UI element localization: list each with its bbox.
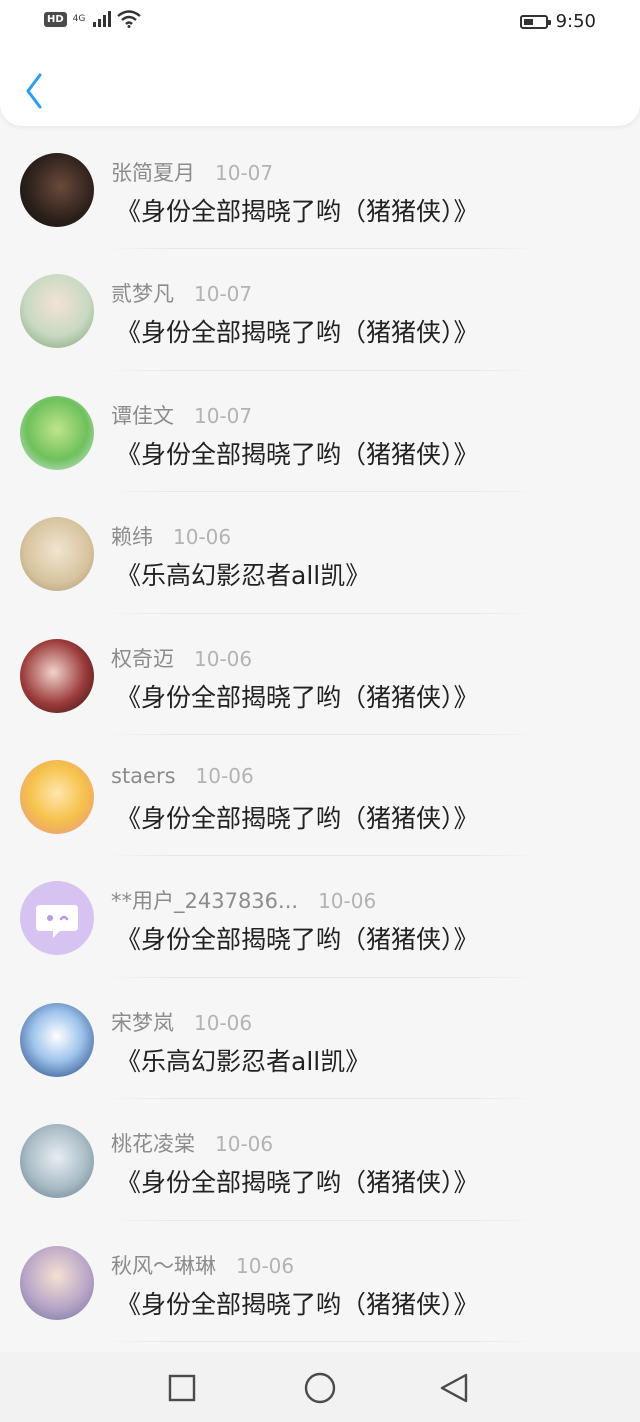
wifi-icon	[116, 10, 141, 28]
username[interactable]: staers	[111, 764, 176, 788]
anime-avatar[interactable]	[20, 1245, 94, 1320]
default-chat-avatar[interactable]	[20, 881, 94, 956]
username[interactable]: 贰梦凡	[111, 278, 174, 308]
anime-avatar[interactable]	[20, 1124, 94, 1199]
username[interactable]: 权奇迈	[111, 643, 174, 673]
work-title[interactable]: 《身份全部揭晓了哟（猪猪侠）》	[116, 678, 479, 714]
post-date: 10-06	[318, 889, 377, 914]
photo-avatar[interactable]	[20, 638, 94, 713]
username[interactable]: 秋风～琳琳	[111, 1250, 216, 1280]
comment-meta: 权奇迈 10-06	[111, 643, 252, 673]
list-item[interactable]: 贰梦凡 10-07 《身份全部揭晓了哟（猪猪侠）》	[0, 249, 640, 371]
list-item[interactable]: **用户_2437836... 10-06 《身份全部揭晓了哟（猪猪侠）》	[0, 856, 640, 978]
row-divider	[104, 1340, 540, 1342]
comment-meta: 张简夏月 10-07	[111, 157, 273, 187]
work-title[interactable]: 《身份全部揭晓了哟（猪猪侠）》	[116, 1285, 479, 1321]
battery-icon	[519, 14, 551, 29]
post-date: 10-06	[236, 1253, 295, 1278]
back-button[interactable]	[18, 71, 52, 111]
list-item[interactable]: 张简夏月 10-07 《身份全部揭晓了哟（猪猪侠）》	[0, 128, 640, 250]
comment-meta: staers 10-06	[111, 764, 254, 788]
comment-meta: 秋风～琳琳 10-06	[111, 1250, 294, 1280]
status-bar: HD 4G 9:50	[0, 0, 640, 44]
work-title[interactable]: 《身份全部揭晓了哟（猪猪侠）》	[116, 920, 479, 956]
post-date: 10-06	[194, 646, 253, 671]
header-bar	[0, 44, 640, 126]
work-title[interactable]: 《身份全部揭晓了哟（猪猪侠）》	[116, 192, 479, 228]
post-date: 10-06	[215, 1132, 274, 1157]
post-date: 10-07	[194, 403, 253, 428]
post-date: 10-06	[194, 1010, 253, 1035]
username[interactable]: 赖纬	[111, 521, 153, 551]
chat-bubble-icon	[36, 905, 78, 939]
photo-avatar[interactable]	[20, 1002, 94, 1077]
list-item[interactable]: staers 10-06 《身份全部揭晓了哟（猪猪侠）》	[0, 735, 640, 857]
photo-avatar[interactable]	[20, 274, 94, 349]
system-back-button[interactable]	[436, 1370, 472, 1406]
photo-avatar[interactable]	[20, 153, 94, 227]
anime-avatar[interactable]	[20, 395, 94, 470]
battery-level-fill	[523, 18, 533, 25]
list-item[interactable]: 宋梦岚 10-06 《乐高幻影忍者all凯》	[0, 978, 640, 1100]
post-date: 10-07	[194, 282, 253, 307]
username[interactable]: 谭佳文	[111, 400, 174, 430]
post-date: 10-06	[173, 525, 232, 550]
comment-list: 张简夏月 10-07 《身份全部揭晓了哟（猪猪侠）》 贰梦凡 10-07 《身份全部揭晓了…	[0, 128, 640, 1342]
hd-badge: HD	[44, 11, 67, 27]
work-title[interactable]: 《乐高幻影忍者all凯》	[116, 556, 370, 592]
recent-apps-button[interactable]	[164, 1370, 200, 1406]
username[interactable]: 宋梦岚	[111, 1007, 174, 1037]
home-button[interactable]	[302, 1370, 338, 1406]
comment-meta: 宋梦岚 10-06	[111, 1007, 252, 1037]
network-type-label: 4G	[72, 13, 86, 24]
list-item[interactable]: 谭佳文 10-07 《身份全部揭晓了哟（猪猪侠）》	[0, 371, 640, 493]
username[interactable]: **用户_2437836...	[111, 885, 298, 915]
comment-meta: 桃花凌棠 10-06	[111, 1128, 273, 1158]
username[interactable]: 桃花凌棠	[111, 1128, 195, 1158]
post-date: 10-06	[195, 763, 254, 788]
comment-meta: **用户_2437836... 10-06	[111, 885, 376, 915]
post-date: 10-07	[215, 161, 274, 185]
square-icon	[168, 1374, 196, 1402]
work-title[interactable]: 《身份全部揭晓了哟（猪猪侠）》	[116, 435, 479, 471]
anime-avatar[interactable]	[20, 759, 94, 834]
list-item[interactable]: 秋风～琳琳 10-06 《身份全部揭晓了哟（猪猪侠）》	[0, 1221, 640, 1342]
clock: 9:50	[555, 11, 596, 32]
work-title[interactable]: 《乐高幻影忍者all凯》	[116, 1042, 370, 1078]
status-right: 9:50	[519, 11, 596, 32]
signal-icon	[92, 11, 111, 27]
system-nav-bar	[0, 1352, 640, 1422]
chevron-left-icon	[26, 73, 42, 109]
circle-icon	[304, 1372, 336, 1404]
comment-meta: 贰梦凡 10-07	[111, 278, 252, 308]
comment-meta: 谭佳文 10-07	[111, 400, 252, 430]
list-item[interactable]: 权奇迈 10-06 《身份全部揭晓了哟（猪猪侠）》	[0, 614, 640, 735]
comment-meta: 赖纬 10-06	[111, 521, 231, 551]
list-item[interactable]: 桃花凌棠 10-06 《身份全部揭晓了哟（猪猪侠）》	[0, 1099, 640, 1221]
triangle-back-icon	[440, 1373, 468, 1403]
username[interactable]: 张简夏月	[111, 157, 195, 187]
photo-avatar[interactable]	[20, 517, 94, 592]
list-item[interactable]: 赖纬 10-06 《乐高幻影忍者all凯》	[0, 492, 640, 614]
work-title[interactable]: 《身份全部揭晓了哟（猪猪侠）》	[116, 799, 479, 835]
work-title[interactable]: 《身份全部揭晓了哟（猪猪侠）》	[116, 313, 479, 349]
status-left: HD 4G	[44, 10, 141, 28]
work-title[interactable]: 《身份全部揭晓了哟（猪猪侠）》	[116, 1163, 479, 1199]
